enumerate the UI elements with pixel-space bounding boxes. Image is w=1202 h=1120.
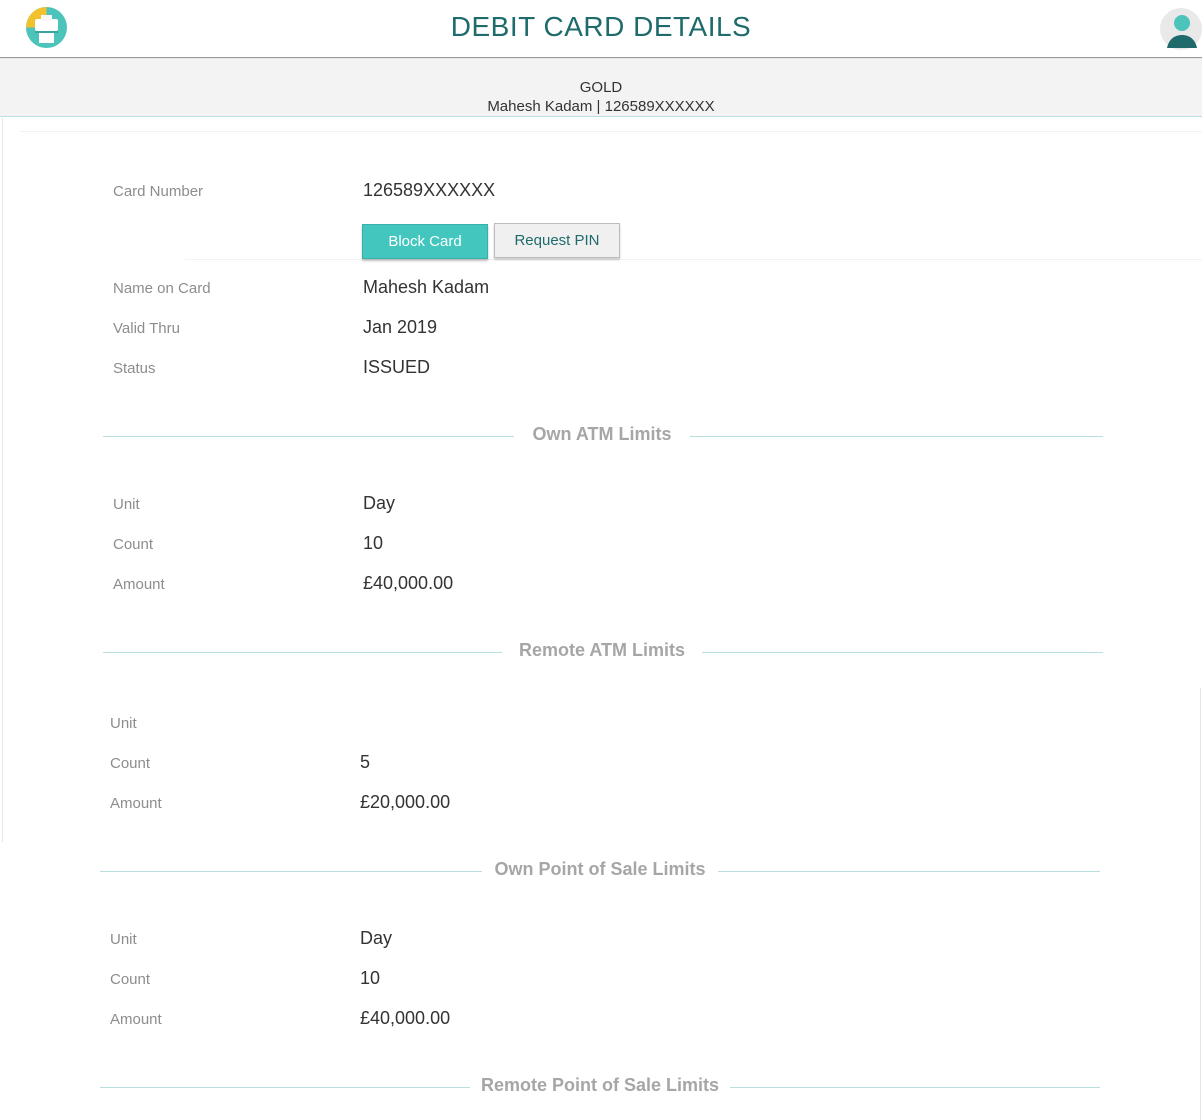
own-pos-amount-value: £40,000.00	[360, 1008, 451, 1028]
own-atm-unit-label: Unit	[113, 496, 140, 513]
card-number-value: 126589XXXXXX	[363, 180, 496, 200]
left-edge-divider	[2, 118, 3, 842]
remote-pos-limits-header: Remote Point of Sale Limits	[100, 1075, 1100, 1099]
name-on-card-value: Mahesh Kadam	[363, 277, 490, 297]
own-atm-amount-value: £40,000.00	[363, 573, 454, 593]
remote-atm-amount-value: £20,000.00	[360, 792, 451, 812]
own-pos-amount-label: Amount	[110, 1011, 162, 1028]
user-avatar-icon[interactable]	[1160, 8, 1202, 50]
status-label: Status	[113, 360, 156, 377]
remote-pos-limits-title: Remote Point of Sale Limits	[480, 1075, 720, 1095]
top-bar: DEBIT CARD DETAILS	[0, 0, 1202, 58]
section-divider	[100, 1087, 470, 1088]
remote-atm-count-value: 5	[360, 752, 371, 772]
own-atm-count-label: Count	[113, 536, 154, 553]
valid-thru-value: Jan 2019	[363, 317, 438, 337]
own-atm-amount-label: Amount	[113, 576, 165, 593]
content-mid-divider	[185, 259, 1202, 260]
right-edge-divider	[1200, 688, 1201, 1120]
section-divider	[103, 652, 502, 653]
page-title: DEBIT CARD DETAILS	[450, 11, 752, 42]
valid-thru-label: Valid Thru	[113, 320, 180, 337]
own-pos-limits-header: Own Point of Sale Limits	[100, 859, 1100, 883]
section-divider	[103, 436, 514, 437]
section-divider	[702, 652, 1103, 653]
own-pos-unit-value: Day	[360, 928, 393, 948]
name-on-card-label: Name on Card	[113, 280, 211, 297]
own-atm-count-value: 10	[363, 533, 384, 553]
block-card-button[interactable]: Block Card	[362, 224, 488, 259]
own-pos-unit-label: Unit	[110, 931, 137, 948]
section-divider	[690, 436, 1103, 437]
section-divider	[100, 871, 482, 872]
remote-atm-count-label: Count	[110, 755, 151, 772]
request-pin-button[interactable]: Request PIN	[494, 223, 620, 258]
own-pos-limits-title: Own Point of Sale Limits	[494, 859, 706, 879]
card-holder-summary: Mahesh Kadam | 126589XXXXXX	[487, 98, 715, 115]
own-pos-count-label: Count	[110, 971, 151, 988]
own-atm-limits-title: Own ATM Limits	[532, 424, 672, 444]
remote-atm-limits-title: Remote ATM Limits	[518, 640, 685, 660]
section-divider	[730, 1087, 1100, 1088]
card-number-label: Card Number	[113, 183, 204, 200]
card-summary-bar: GOLD Mahesh Kadam | 126589XXXXXX	[0, 59, 1202, 117]
section-divider	[718, 871, 1100, 872]
own-atm-unit-value: Day	[363, 493, 396, 513]
remote-atm-limits-header: Remote ATM Limits	[103, 640, 1103, 664]
remote-atm-unit-label: Unit	[110, 715, 137, 732]
card-type: GOLD	[579, 79, 623, 96]
status-value: ISSUED	[363, 357, 431, 377]
remote-atm-amount-label: Amount	[110, 795, 162, 812]
own-pos-count-value: 10	[360, 968, 381, 988]
content-top-divider	[20, 131, 1202, 132]
own-atm-limits-header: Own ATM Limits	[103, 424, 1103, 448]
